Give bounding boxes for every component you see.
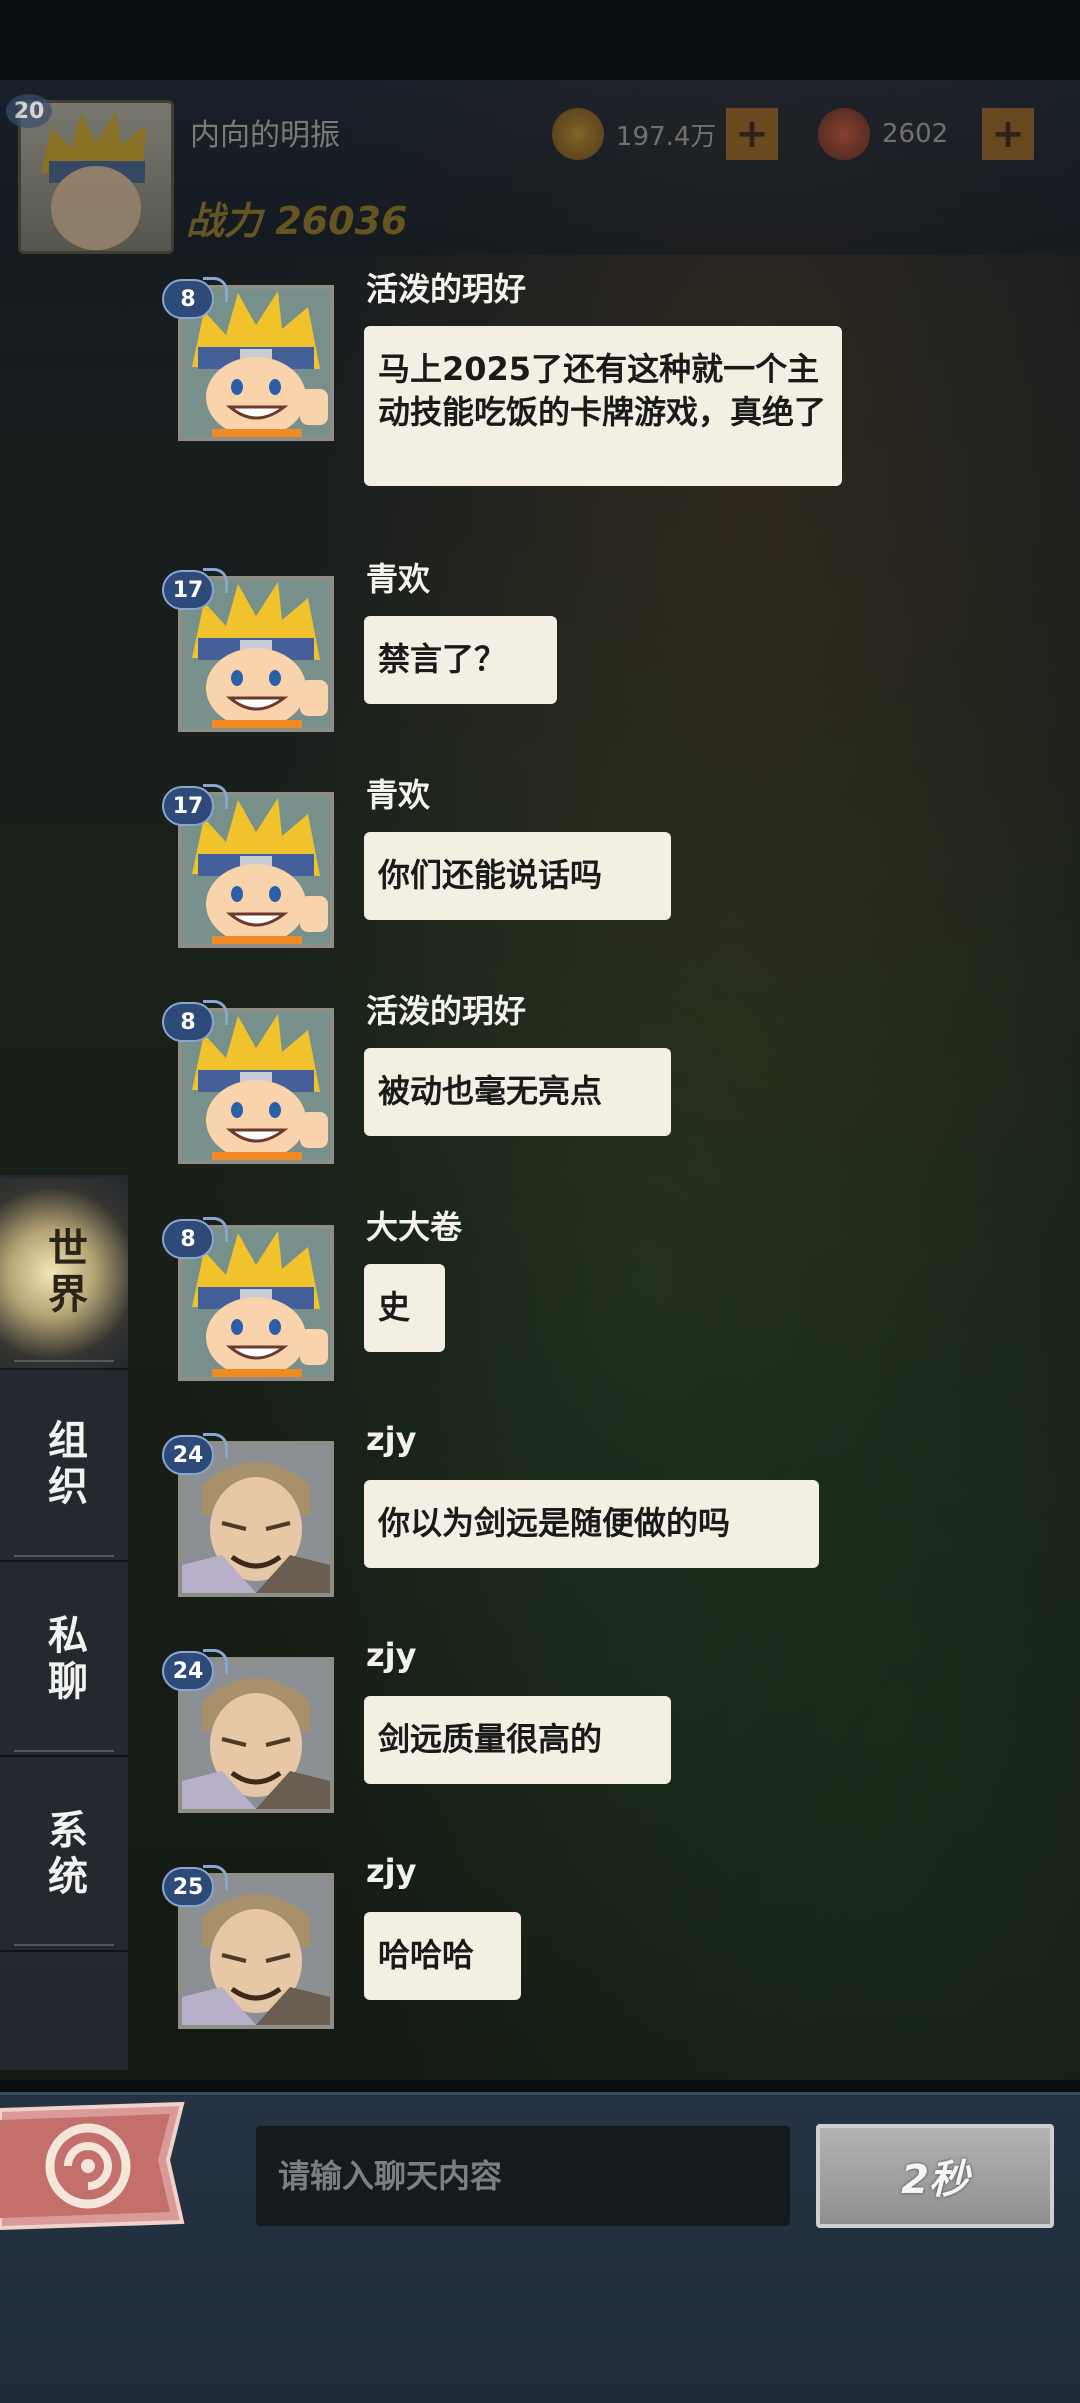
level-badge: 8: [162, 277, 228, 319]
tab-organization[interactable]: 组织: [0, 1370, 128, 1562]
gold-value: 197.4万: [616, 121, 717, 152]
gem-resource: 2602 +: [818, 108, 1034, 160]
tab-private-chat[interactable]: 私聊: [0, 1565, 128, 1757]
level-badge: 8: [162, 1217, 228, 1259]
message-bubble: 禁言了？: [364, 616, 557, 704]
level-badge: 17: [162, 568, 228, 610]
level-badge: 24: [162, 1649, 228, 1691]
message-bubble: 剑远质量很高的: [364, 1696, 671, 1784]
player-name: 内向的明振: [190, 118, 340, 153]
add-gold-button[interactable]: +: [726, 108, 778, 160]
tab-divider: [14, 1555, 114, 1557]
level-badge: 8: [162, 1000, 228, 1042]
gold-resource: 197.4万 +: [552, 108, 778, 160]
level-badge: 24: [162, 1433, 228, 1475]
message-bubble: 你以为剑远是随便做的吗: [364, 1480, 819, 1568]
message-bubble: 哈哈哈: [364, 1912, 521, 2000]
message-bubble: 你们还能说话吗: [364, 832, 671, 920]
sender-name[interactable]: zjy: [366, 1636, 416, 1674]
send-cooldown-button[interactable]: 2秒: [816, 2124, 1054, 2228]
message-bubble: 被动也毫无亮点: [364, 1048, 671, 1136]
channel-flag-icon[interactable]: [0, 2100, 185, 2230]
message-bubble: 史: [364, 1264, 445, 1352]
sender-name[interactable]: 大大卷: [366, 1202, 462, 1248]
sender-name[interactable]: 青欢: [366, 770, 430, 816]
tab-divider: [14, 1360, 114, 1362]
gold-coin-icon: [552, 108, 604, 160]
message-bubble: 马上2025了还有这种就一个主动技能吃饭的卡牌游戏，真绝了: [364, 326, 842, 486]
level-badge: 17: [162, 784, 228, 826]
player-power: 战力 26036: [186, 199, 408, 243]
gem-icon: [818, 108, 870, 160]
tab-world[interactable]: 世界: [0, 1178, 128, 1370]
sender-name[interactable]: zjy: [366, 1852, 416, 1890]
tab-divider: [14, 1944, 114, 1946]
sender-name[interactable]: zjy: [366, 1420, 416, 1458]
player-level-badge: 20: [6, 94, 52, 128]
chat-input[interactable]: [256, 2126, 790, 2226]
sender-name[interactable]: 青欢: [366, 554, 430, 600]
add-gem-button[interactable]: +: [982, 108, 1034, 160]
tab-divider: [14, 1750, 114, 1752]
sender-name[interactable]: 活泼的玥好: [366, 986, 526, 1032]
tab-system[interactable]: 系统: [0, 1760, 128, 1952]
sender-name[interactable]: 活泼的玥好: [366, 264, 526, 310]
player-avatar-image: [41, 111, 146, 250]
level-badge: 25: [162, 1865, 228, 1907]
